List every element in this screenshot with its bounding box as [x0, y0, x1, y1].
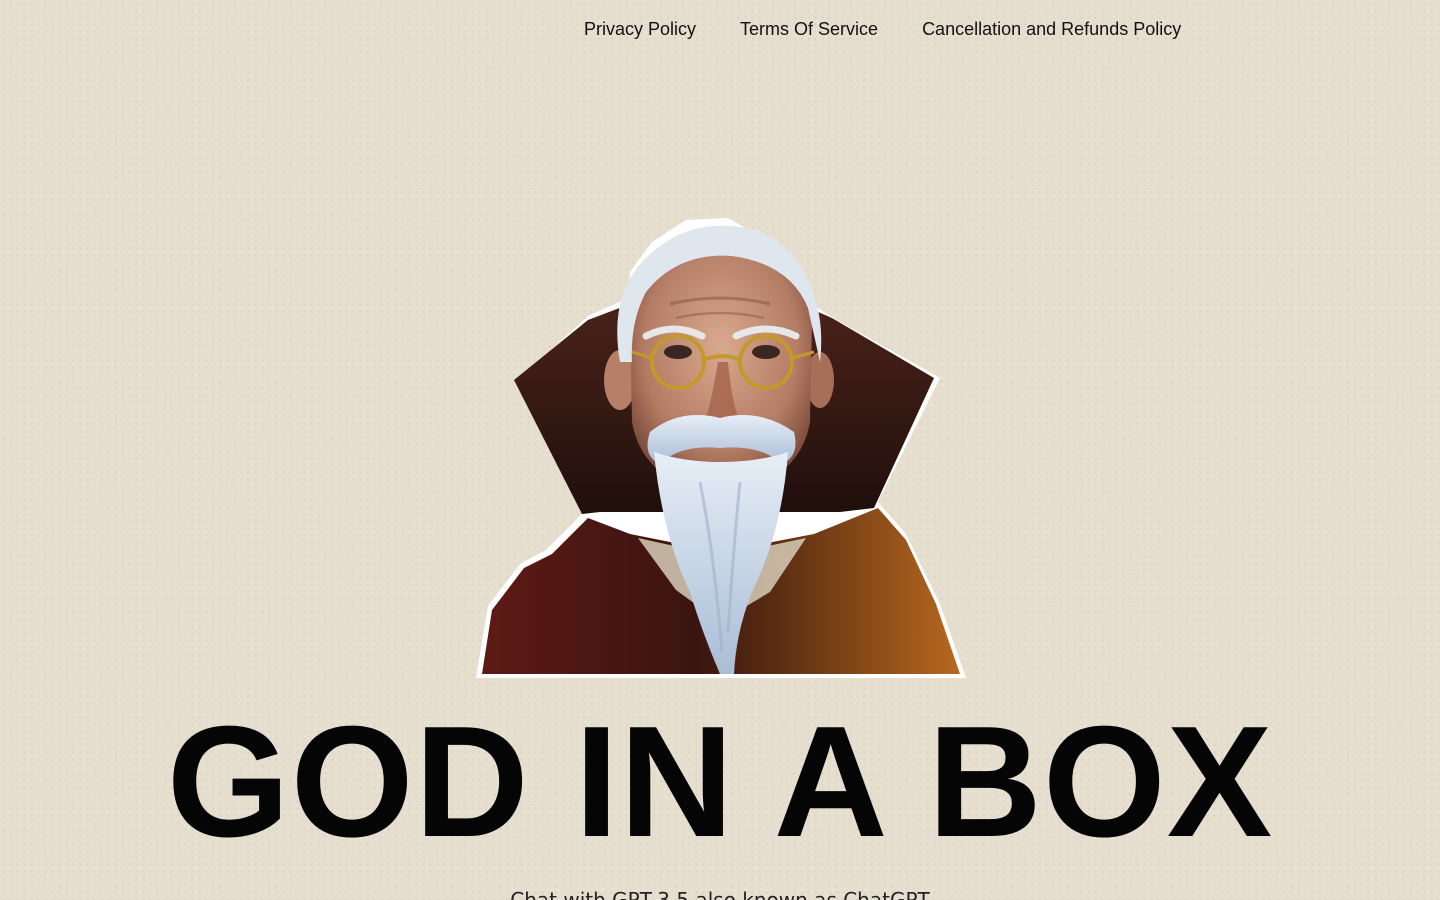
top-nav: Privacy Policy Terms Of Service Cancella… — [584, 16, 1181, 42]
hero-illustration — [470, 212, 970, 682]
old-sage-illustration — [476, 218, 966, 678]
nav-link-privacy-policy[interactable]: Privacy Policy — [584, 16, 696, 42]
nav-link-cancellation-refunds-policy[interactable]: Cancellation and Refunds Policy — [922, 16, 1181, 42]
hero-subtitle: Chat with GPT-3.5 also known as ChatGPT — [510, 888, 930, 900]
nav-link-terms-of-service[interactable]: Terms Of Service — [740, 16, 878, 42]
hero-title: GOD IN A BOX — [166, 694, 1274, 870]
